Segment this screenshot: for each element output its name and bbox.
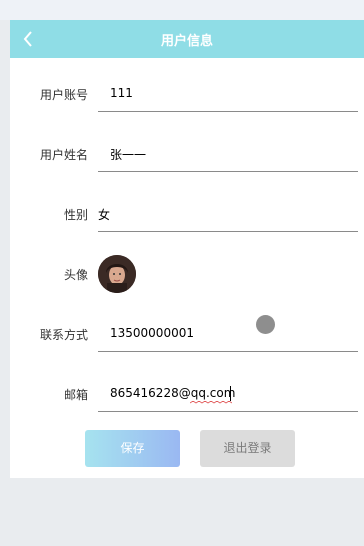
logout-button[interactable]: 退出登录	[200, 430, 295, 467]
account-label: 用户账号	[39, 88, 88, 102]
avatar-label: 头像	[63, 268, 88, 282]
name-underline	[98, 171, 358, 172]
cursor-dot-icon	[256, 315, 275, 334]
gender-label: 性别	[63, 208, 88, 222]
email-underline	[98, 411, 358, 412]
page-title: 用户信息	[160, 34, 213, 49]
page-header: 用户信息	[10, 20, 364, 58]
top-strip	[0, 0, 364, 20]
contact-label: 联系方式	[39, 328, 88, 342]
avatar[interactable]	[98, 255, 136, 293]
email-label: 邮箱	[63, 388, 88, 402]
email-value[interactable]: 865416228@qq.com	[110, 386, 235, 400]
gender-underline	[98, 231, 358, 232]
account-value[interactable]: 111	[110, 86, 133, 100]
contact-underline	[98, 351, 358, 352]
name-value[interactable]: 张一一	[110, 146, 146, 163]
gender-value[interactable]: 女	[98, 206, 110, 223]
user-avatar-photo-icon	[98, 255, 136, 293]
spellcheck-underline-icon	[190, 401, 232, 404]
text-caret	[230, 386, 231, 401]
save-button[interactable]: 保存	[85, 430, 180, 467]
name-label: 用户姓名	[39, 148, 88, 162]
contact-value[interactable]: 13500000001	[110, 326, 194, 340]
app-frame: 用户信息 用户账号 111 用户姓名 张一一 性别 女 头像 联系方式 1350…	[0, 0, 364, 546]
account-underline	[98, 111, 358, 112]
